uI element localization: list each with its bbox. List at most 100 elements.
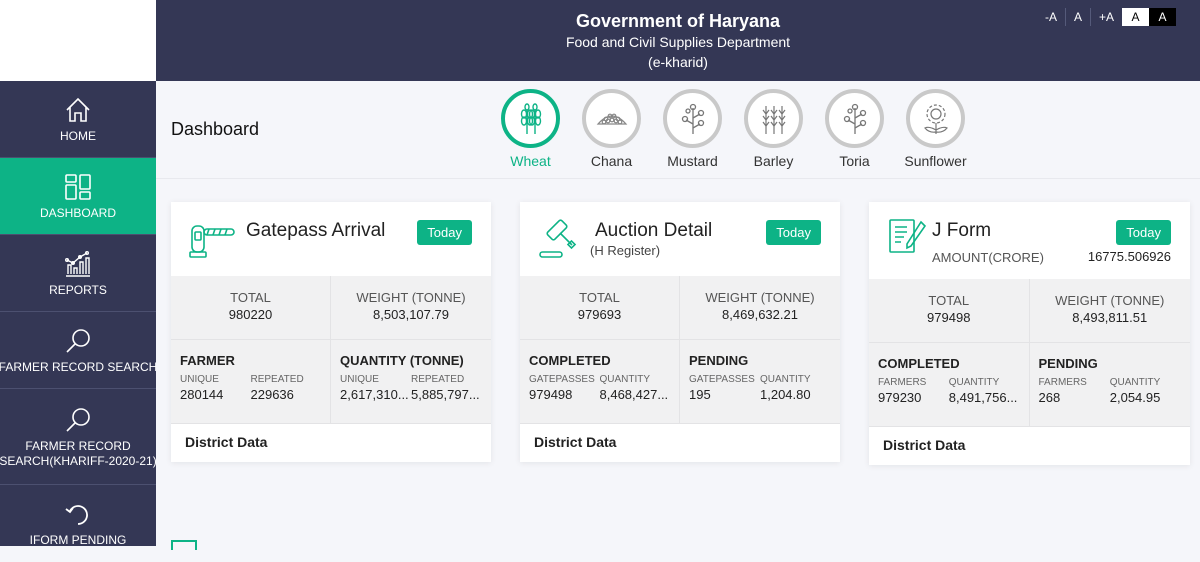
pending-section: PENDING FARMERS 268 QUANTITY 2,054.95 bbox=[1029, 343, 1190, 427]
sidebar-item-label: FARMER RECORD SEARCH bbox=[0, 359, 156, 374]
stat-label: GATEPASSES bbox=[689, 374, 755, 385]
crop-mustard[interactable]: Mustard bbox=[652, 89, 733, 169]
sidebar: HOME DASHBOARD REPORTS FARMER RECORD SEA… bbox=[0, 81, 156, 547]
stat-label: REPEATED bbox=[411, 374, 465, 385]
total-cell: TOTAL 979693 bbox=[520, 276, 680, 340]
dark-theme-button[interactable]: A bbox=[1149, 8, 1176, 26]
crop-selector: Wheat Chana Mustard Barley Toria Sunflow… bbox=[490, 89, 976, 169]
barley-icon bbox=[762, 105, 785, 134]
district-data-link[interactable]: District Data bbox=[869, 427, 1190, 465]
toria-icon bbox=[843, 103, 866, 134]
weight-value: 8,503,107.79 bbox=[373, 307, 449, 322]
total-label: TOTAL bbox=[579, 290, 620, 305]
weight-value: 8,469,632.21 bbox=[722, 307, 798, 322]
section-heading: QUANTITY (TONNE) bbox=[340, 353, 464, 368]
today-button[interactable]: Today bbox=[766, 220, 821, 245]
sidebar-item-label: FARMER RECORD bbox=[25, 438, 131, 453]
sidebar-item-farmer-record-search[interactable]: FARMER RECORD SEARCH bbox=[0, 312, 156, 389]
total-cell: TOTAL 979498 bbox=[869, 279, 1030, 343]
stat-label: FARMERS bbox=[878, 377, 927, 388]
stat-value: 8,468,427... bbox=[599, 387, 669, 402]
card-subtitle: (H Register) bbox=[590, 243, 661, 258]
dashboard-icon bbox=[65, 173, 91, 200]
chana-icon bbox=[596, 113, 627, 125]
crop-barley[interactable]: Barley bbox=[733, 89, 814, 169]
section-heading: PENDING bbox=[1038, 356, 1098, 371]
stat-value: 195 bbox=[689, 387, 711, 402]
sidebar-item-dashboard[interactable]: DASHBOARD bbox=[0, 158, 156, 235]
stat-value: 2,054.95 bbox=[1109, 390, 1161, 405]
crop-sunflower[interactable]: Sunflower bbox=[895, 89, 976, 169]
sidebar-item-iform-pending[interactable]: IFORM PENDING bbox=[0, 485, 156, 562]
section-heading: PENDING bbox=[689, 353, 749, 368]
form-edit-icon bbox=[889, 219, 927, 253]
logo-area bbox=[0, 0, 156, 81]
gate-barrier-icon bbox=[189, 225, 235, 258]
header-subtitle: Food and Civil Supplies Department bbox=[565, 34, 791, 50]
today-button[interactable]: Today bbox=[417, 220, 472, 245]
completed-section: COMPLETED GATEPASSES 979498 QUANTITY 8,468,… bbox=[520, 340, 680, 424]
sidebar-item-reports[interactable]: REPORTS bbox=[0, 235, 156, 312]
home-icon bbox=[66, 97, 90, 122]
district-data-link[interactable]: District Data bbox=[520, 424, 840, 462]
total-value: 979498 bbox=[927, 310, 971, 325]
card-title: Auction Detail bbox=[595, 220, 713, 241]
crop-chana[interactable]: Chana bbox=[571, 89, 652, 169]
completed-section: COMPLETED FARMERS 979230 QUANTITY 8,491,756… bbox=[869, 343, 1030, 427]
mustard-icon bbox=[681, 103, 704, 134]
stat-value: 979230 bbox=[878, 390, 922, 405]
weight-cell: WEIGHT (TONNE) 8,503,107.79 bbox=[331, 276, 491, 340]
stat-value: 280144 bbox=[180, 387, 224, 402]
amount-value: 16775.506926 bbox=[1087, 249, 1171, 264]
sidebar-item-farmer-record-search-khariff[interactable]: FARMER RECORD SEARCH(KHARIFF-2020-21) bbox=[0, 389, 156, 485]
card-title: J Form bbox=[932, 220, 992, 241]
stat-label: UNIQUE bbox=[340, 374, 379, 385]
search-icon bbox=[66, 407, 90, 432]
stat-value: 5,885,797... bbox=[411, 387, 480, 402]
total-value: 980220 bbox=[228, 307, 273, 322]
increase-font-button[interactable]: +A bbox=[1089, 8, 1122, 26]
stat-label: QUANTITY bbox=[599, 374, 651, 385]
today-button[interactable]: Today bbox=[1116, 220, 1171, 245]
total-value: 979693 bbox=[577, 307, 622, 322]
total-label: TOTAL bbox=[928, 293, 970, 308]
pending-section: PENDING GATEPASSES 195 QUANTITY 1,204.80 bbox=[680, 340, 840, 424]
section-heading: COMPLETED bbox=[878, 356, 960, 371]
stat-label: FARMERS bbox=[1038, 377, 1087, 388]
reports-icon bbox=[65, 250, 90, 277]
stat-value: 268 bbox=[1038, 390, 1061, 405]
total-cell: TOTAL 980220 bbox=[171, 276, 331, 340]
crop-label: Barley bbox=[753, 153, 794, 169]
card-title: Gatepass Arrival bbox=[246, 220, 386, 241]
wheat-icon bbox=[520, 102, 541, 134]
amount-label: AMOUNT(CRORE) bbox=[932, 250, 1044, 265]
weight-cell: WEIGHT (TONNE) 8,469,632.21 bbox=[680, 276, 840, 340]
section-heading: COMPLETED bbox=[529, 353, 611, 368]
font-size-controls: -A A +A A A bbox=[1037, 8, 1176, 26]
crop-toria[interactable]: Toria bbox=[814, 89, 895, 169]
weight-label: WEIGHT (TONNE) bbox=[356, 290, 466, 305]
crop-label: Chana bbox=[590, 153, 633, 169]
gavel-icon bbox=[539, 219, 577, 258]
sidebar-item-label-line2: SEARCH(KHARIFF-2020-21) bbox=[0, 453, 156, 468]
divider bbox=[156, 178, 1200, 179]
weight-value: 8,493,811.51 bbox=[1072, 310, 1148, 325]
light-theme-button[interactable]: A bbox=[1122, 8, 1149, 26]
stat-value: 2,617,310... bbox=[340, 387, 409, 402]
normal-font-button[interactable]: A bbox=[1064, 8, 1090, 26]
weight-cell: WEIGHT (TONNE) 8,493,811.51 bbox=[1029, 279, 1190, 343]
sidebar-item-home[interactable]: HOME bbox=[0, 81, 156, 158]
partial-card-edge bbox=[171, 540, 197, 550]
crop-label: Wheat bbox=[510, 153, 551, 169]
crop-label: Sunflower bbox=[904, 153, 967, 169]
stat-value: 8,491,756... bbox=[948, 390, 1018, 405]
crop-wheat[interactable]: Wheat bbox=[490, 89, 571, 169]
district-data-link[interactable]: District Data bbox=[171, 424, 491, 462]
decrease-font-button[interactable]: -A bbox=[1037, 8, 1065, 26]
header: Government of Haryana Food and Civil Sup… bbox=[156, 0, 1200, 81]
sidebar-item-label: REPORTS bbox=[49, 282, 107, 297]
stat-value: 979498 bbox=[529, 387, 573, 402]
farmer-section: FARMER UNIQUE 280144 REPEATED 229636 bbox=[171, 340, 331, 424]
header-app-name: (e-kharid) bbox=[648, 54, 708, 70]
j-form-card: J Form AMOUNT(CRORE) 16775.506926 Today … bbox=[869, 202, 1190, 465]
